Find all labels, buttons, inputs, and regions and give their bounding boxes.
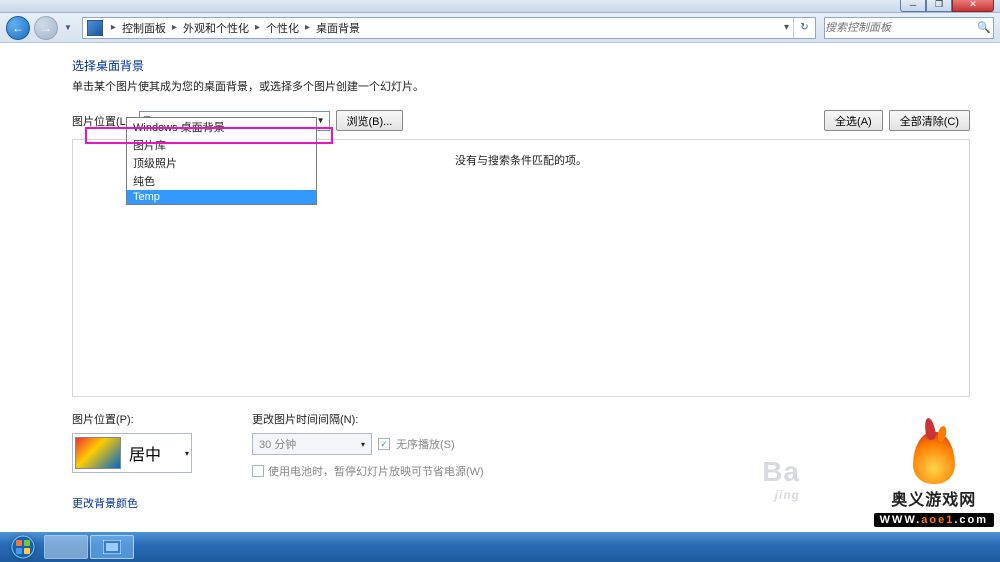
search-box[interactable]: 🔍 xyxy=(824,17,994,39)
shuffle-checkbox[interactable]: ✓ xyxy=(378,438,390,450)
chevron-down-icon[interactable]: ▾ xyxy=(780,22,793,33)
interval-combo[interactable]: 30 分钟 ▾ xyxy=(252,433,372,455)
chevron-right-icon: ▸ xyxy=(301,22,314,33)
window-minimize-button[interactable]: ─ xyxy=(900,0,926,12)
window-close-button[interactable]: ✕ xyxy=(952,0,994,12)
taskbar xyxy=(0,532,1000,562)
search-icon[interactable]: 🔍 xyxy=(975,21,993,34)
browse-button[interactable]: 浏览(B)... xyxy=(336,110,404,131)
chevron-down-icon: ▾ xyxy=(361,440,365,449)
chevron-right-icon: ▸ xyxy=(251,22,264,33)
dropdown-option-selected[interactable]: Temp xyxy=(127,190,316,204)
picture-position-label: 图片位置(P): xyxy=(72,411,192,427)
nav-forward-button[interactable]: → xyxy=(34,16,58,40)
breadcrumb-seg-4[interactable]: 桌面背景 xyxy=(314,20,362,36)
chevron-down-icon: ▾ xyxy=(185,449,189,458)
picture-location-dropdown: Windows 桌面背景 图片库 顶级照片 纯色 Temp xyxy=(126,117,317,205)
windows-logo-icon xyxy=(11,535,35,559)
search-input[interactable] xyxy=(825,22,975,34)
page-title: 选择桌面背景 xyxy=(72,57,970,74)
breadcrumb-seg-2[interactable]: 外观和个性化 xyxy=(181,20,251,36)
picture-position-combo[interactable]: 居中 ▾ xyxy=(72,433,192,473)
control-panel-icon xyxy=(87,20,103,36)
nav-history-dropdown[interactable]: ▼ xyxy=(62,23,74,32)
start-button[interactable] xyxy=(4,533,42,561)
explorer-navbar: ← → ▼ ▸ 控制面板 ▸ 外观和个性化 ▸ 个性化 ▸ 桌面背景 ▾ ↻ 🔍 xyxy=(0,13,1000,43)
breadcrumb-seg-1[interactable]: 控制面板 xyxy=(120,20,168,36)
control-panel-icon xyxy=(103,540,121,554)
position-thumbnail-icon xyxy=(75,437,121,469)
clear-all-button[interactable]: 全部清除(C) xyxy=(889,110,970,131)
select-all-button[interactable]: 全选(A) xyxy=(824,110,883,131)
chevron-down-icon: ▼ xyxy=(317,116,325,125)
chevron-right-icon: ▸ xyxy=(168,22,181,33)
refresh-button[interactable]: ↻ xyxy=(793,18,815,38)
taskbar-item[interactable] xyxy=(44,535,88,559)
watermark-site-url: WWW.aoe1.com xyxy=(874,513,994,527)
battery-checkbox[interactable] xyxy=(252,465,264,477)
window-titlebar: ─ ❐ ✕ xyxy=(0,0,1000,13)
window-maximize-button[interactable]: ❐ xyxy=(926,0,952,12)
chevron-right-icon: ▸ xyxy=(107,22,120,33)
interval-value: 30 分钟 xyxy=(259,436,296,452)
taskbar-item-active[interactable] xyxy=(90,535,134,559)
nav-back-button[interactable]: ← xyxy=(6,16,30,40)
breadcrumb-seg-3[interactable]: 个性化 xyxy=(264,20,301,36)
shuffle-label: 无序播放(S) xyxy=(396,436,455,452)
picture-location-label: 图片位置(L): xyxy=(72,113,133,129)
picture-position-value: 居中 xyxy=(129,441,161,465)
battery-label: 使用电池时，暂停幻灯片放映可节省电源(W) xyxy=(268,463,484,479)
empty-results-message: 没有与搜索条件匹配的项。 xyxy=(455,152,587,168)
dropdown-option[interactable]: 图片库 xyxy=(127,136,316,154)
dropdown-option[interactable]: Windows 桌面背景 xyxy=(127,118,316,136)
dropdown-option[interactable]: 纯色 xyxy=(127,172,316,190)
address-bar[interactable]: ▸ 控制面板 ▸ 外观和个性化 ▸ 个性化 ▸ 桌面背景 ▾ ↻ xyxy=(82,17,816,39)
dropdown-option[interactable]: 顶级照片 xyxy=(127,154,316,172)
page-subtitle: 单击某个图片使其成为您的桌面背景，或选择多个图片创建一个幻灯片。 xyxy=(72,78,970,94)
change-bg-color-link[interactable]: 更改背景颜色 xyxy=(72,495,138,511)
interval-label: 更改图片时间间隔(N): xyxy=(252,411,484,427)
